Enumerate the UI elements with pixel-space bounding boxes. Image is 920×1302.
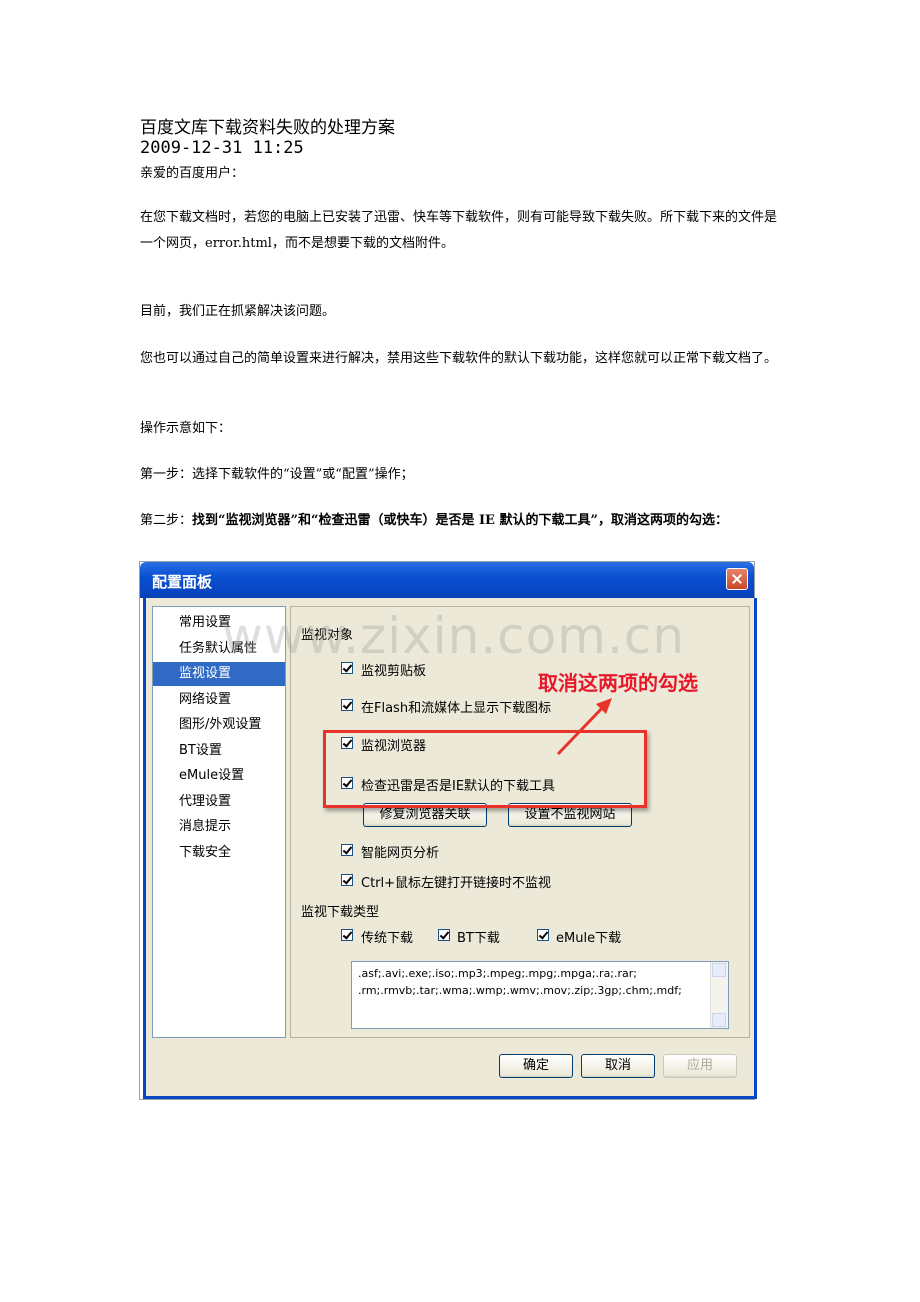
nav-item-selected[interactable]: 监视设置: [153, 662, 285, 686]
checkbox-traditional[interactable]: [341, 929, 353, 941]
scrollbar[interactable]: [710, 962, 728, 1028]
scroll-up-icon[interactable]: [712, 963, 726, 977]
extensions-line: .asf;.avi;.exe;.iso;.mp3;.mpeg;.mpg;.mpg…: [358, 967, 638, 980]
nav-item[interactable]: 网络设置: [153, 688, 285, 712]
step-2-prefix: 第二步：: [140, 513, 193, 528]
step-1: 第一步：选择下载软件的“设置”或“配置”操作；: [140, 467, 414, 482]
paragraph-4: 操作示意如下：: [140, 421, 232, 436]
cancel-button[interactable]: 取消: [581, 1054, 655, 1078]
config-dialog: 配置面板 常用设置 任务默认属性 监视设置 网络设置 图形/外观设置 BT设置 …: [140, 562, 757, 1099]
checkbox-ctrl-click[interactable]: [341, 874, 353, 886]
nav-item[interactable]: 图形/外观设置: [153, 713, 285, 737]
nav-item[interactable]: eMule设置: [153, 764, 285, 788]
scroll-down-icon[interactable]: [712, 1013, 726, 1027]
doc-title: 百度文库下载资料失败的处理方案: [140, 118, 395, 138]
step-2: 第二步：找到“监视浏览器”和“检查迅雷（或快车）是否是 IE 默认的下载工具”，…: [140, 508, 780, 534]
dialog-titlebar: 配置面板: [140, 562, 754, 598]
apply-button[interactable]: 应用: [663, 1054, 737, 1078]
extensions-line: .rm;.rmvb;.tar;.wma;.wmp;.wmv;.mov;.zip;…: [358, 984, 682, 997]
checkbox-smart-analysis[interactable]: [341, 844, 353, 856]
step-2-text: 找到“监视浏览器”和“检查迅雷（或快车）是否是 IE 默认的下载工具”，取消这两…: [192, 513, 728, 528]
arrow-icon: [556, 698, 612, 756]
paragraph-2: 目前，我们正在抓紧解决该问题。: [140, 304, 336, 319]
close-icon[interactable]: [726, 568, 748, 590]
option-label: 在Flash和流媒体上显示下载图标: [361, 701, 552, 716]
nav-item[interactable]: 下载安全: [153, 841, 285, 865]
type-label: BT下载: [457, 931, 500, 946]
type-label: eMule下载: [556, 931, 622, 946]
dialog-title: 配置面板: [152, 573, 213, 591]
nav-item[interactable]: BT设置: [153, 739, 285, 763]
option-label: 智能网页分析: [361, 846, 440, 861]
nav-item[interactable]: 代理设置: [153, 790, 285, 814]
checkbox-flash-icon[interactable]: [341, 699, 353, 711]
paragraph-3: 您也可以通过自己的简单设置来进行解决，禁用这些下载软件的默认下载功能，这样您就可…: [140, 351, 778, 366]
doc-date: 2009-12-31 11:25: [140, 138, 304, 158]
config-dialog-screenshot: 配置面板 常用设置 任务默认属性 监视设置 网络设置 图形/外观设置 BT设置 …: [139, 561, 757, 1100]
nav-item[interactable]: 消息提示: [153, 815, 285, 839]
extensions-textarea[interactable]: .asf;.avi;.exe;.iso;.mp3;.mpeg;.mpg;.mpg…: [351, 961, 729, 1029]
watermark: www.zixin.com.cn: [222, 607, 686, 665]
checkbox-emule[interactable]: [537, 929, 549, 941]
type-label: 传统下载: [361, 931, 414, 946]
checkbox-bt[interactable]: [438, 929, 450, 941]
ok-button[interactable]: 确定: [499, 1054, 573, 1078]
greeting: 亲爱的百度用户：: [140, 166, 245, 181]
option-label: Ctrl+鼠标左键打开链接时不监视: [361, 876, 552, 891]
settings-nav: 常用设置 任务默认属性 监视设置 网络设置 图形/外观设置 BT设置 eMule…: [152, 606, 286, 1038]
paragraph-1: 在您下载文档时，若您的电脑上已安装了迅雷、快车等下载软件，则有可能导致下载失败。…: [140, 210, 778, 251]
section-types-label: 监视下载类型: [301, 905, 380, 920]
